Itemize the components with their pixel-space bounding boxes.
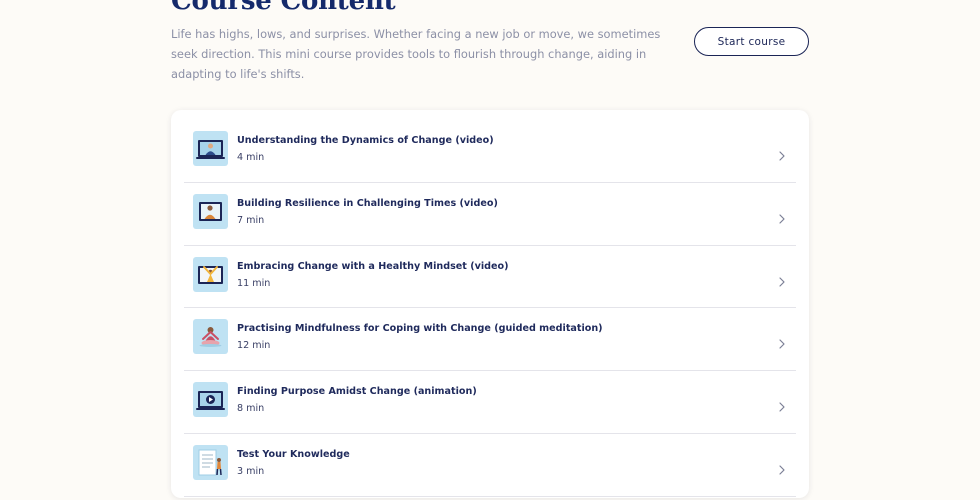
- lesson-title: Building Resilience in Challenging Times…: [237, 197, 498, 209]
- lesson-title: Finding Purpose Amidst Change (animation…: [237, 386, 477, 398]
- lesson-title: Understanding the Dynamics of Change (vi…: [237, 135, 494, 146]
- video-person-laptop-icon: [193, 131, 228, 166]
- lesson-title: Embracing Change with a Healthy Mindset …: [237, 260, 509, 272]
- video-person-icon: [193, 193, 228, 229]
- lesson-duration: 4 min: [237, 152, 265, 163]
- chevron-right-icon[interactable]: [776, 150, 788, 162]
- lesson-item-5[interactable]: Finding Purpose Amidst Change (animation…: [184, 371, 796, 434]
- chevron-right-icon[interactable]: [776, 276, 788, 288]
- lesson-duration: 8 min: [237, 403, 265, 415]
- chevron-right-icon[interactable]: [776, 401, 788, 413]
- lesson-duration: 7 min: [237, 214, 265, 226]
- lesson-duration: 3 min: [237, 465, 265, 477]
- lesson-title: Practising Mindfulness for Coping with C…: [237, 323, 603, 335]
- animation-play-icon: [193, 382, 228, 418]
- lesson-item-1[interactable]: Understanding the Dynamics of Change (vi…: [184, 120, 796, 183]
- start-course-button[interactable]: Start course: [694, 27, 809, 56]
- video-person-arms-up-icon: [193, 256, 228, 292]
- lesson-item-6[interactable]: Test Your Knowledge 3 min: [184, 434, 796, 497]
- lesson-item-3[interactable]: Embracing Change with a Healthy Mindset …: [184, 246, 796, 309]
- chevron-right-icon[interactable]: [776, 338, 788, 350]
- lesson-title: Test Your Knowledge: [237, 448, 350, 460]
- lesson-item-2[interactable]: Building Resilience in Challenging Times…: [184, 183, 796, 246]
- course-description: Life has highs, lows, and surprises. Whe…: [171, 27, 661, 81]
- page-title: Course Content: [171, 0, 396, 16]
- meditation-icon: [193, 319, 228, 355]
- course-lessons-card: Understanding the Dynamics of Change (vi…: [171, 110, 809, 498]
- lesson-duration: 12 min: [237, 340, 271, 352]
- chevron-right-icon[interactable]: [776, 464, 788, 476]
- lesson-list: Understanding the Dynamics of Change (vi…: [184, 120, 796, 497]
- quiz-document-icon: [193, 444, 228, 480]
- chevron-right-icon[interactable]: [776, 213, 788, 225]
- lesson-duration: 11 min: [237, 277, 271, 289]
- lesson-item-4[interactable]: Practising Mindfulness for Coping with C…: [184, 308, 796, 372]
